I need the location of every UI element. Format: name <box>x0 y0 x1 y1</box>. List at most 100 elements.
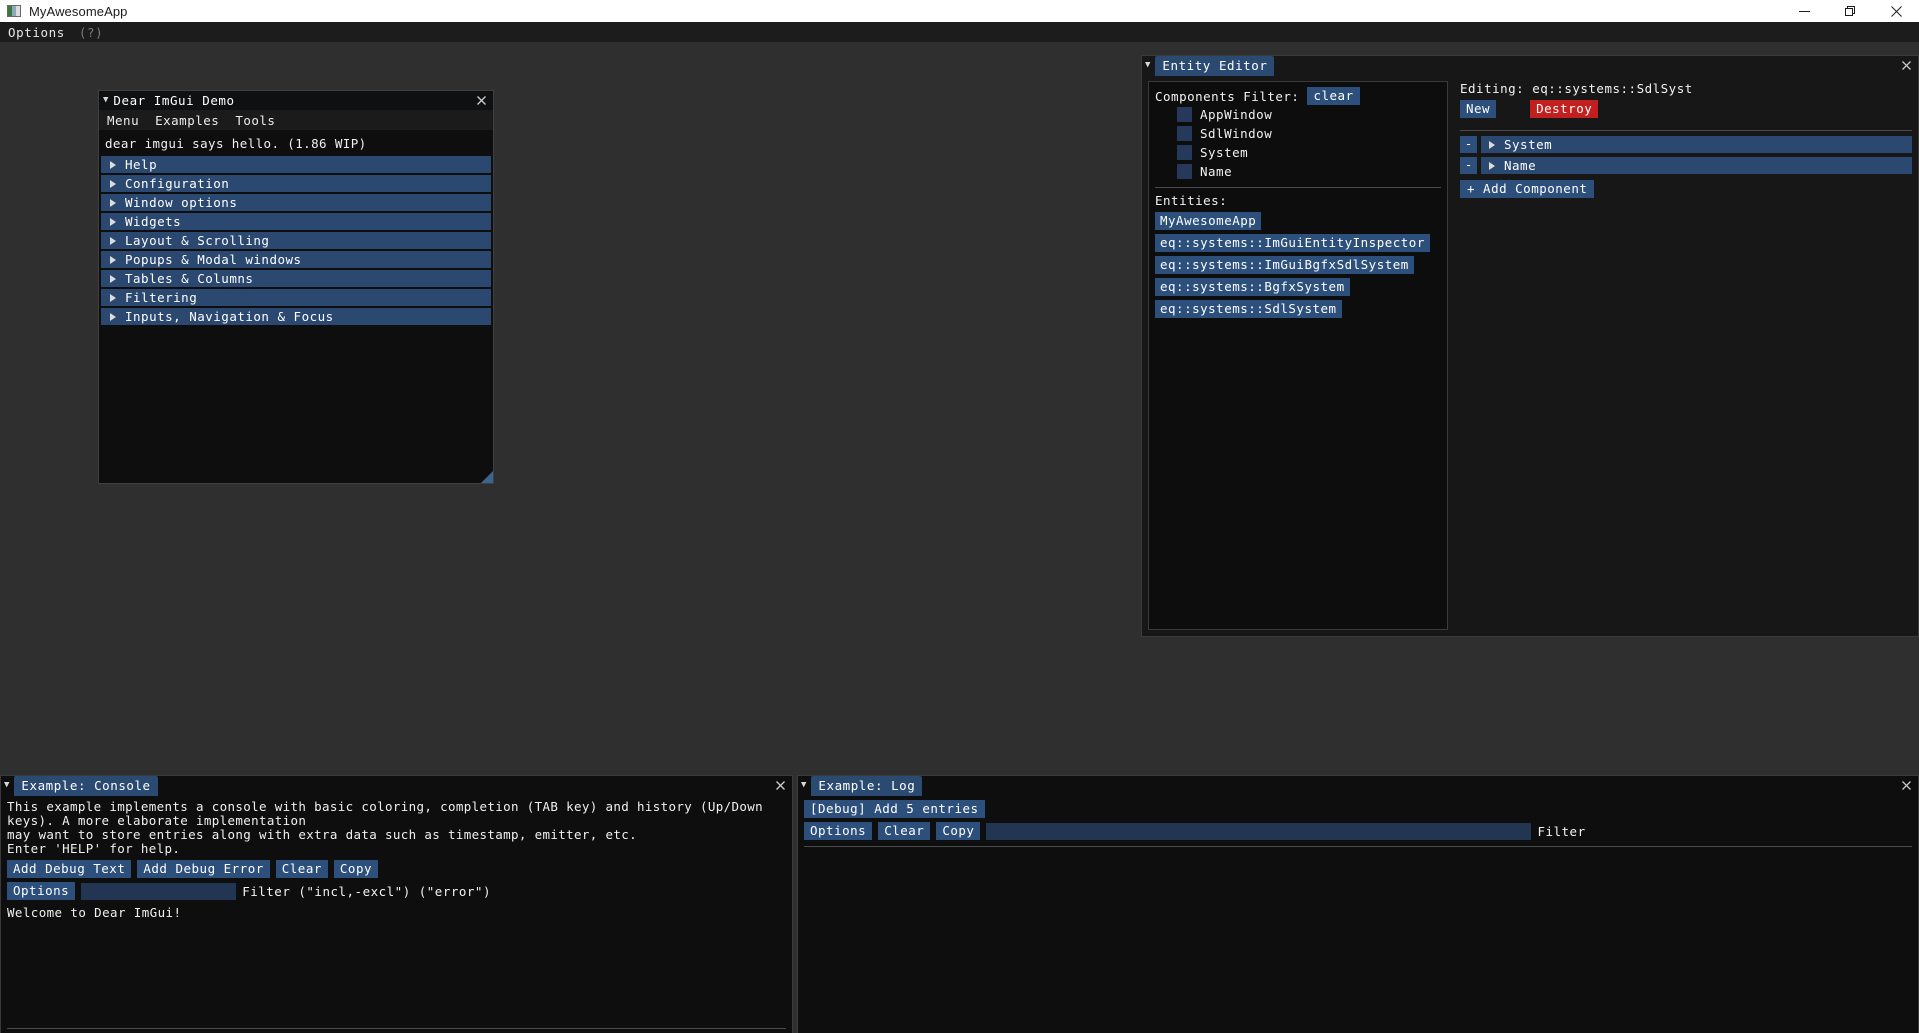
checkbox-icon[interactable] <box>1177 126 1192 141</box>
chevron-right-icon <box>110 179 116 188</box>
components-and-entities-panel: Components Filter: clear AppWindow SdlWi… <box>1148 81 1448 630</box>
tree-item-configuration[interactable]: Configuration <box>101 175 491 192</box>
add-entries-button[interactable]: [Debug] Add 5 entries <box>804 800 985 818</box>
tree-item-tables-columns[interactable]: Tables & Columns <box>101 270 491 287</box>
tree-item-label: Tables & Columns <box>125 271 254 286</box>
entity-editor-tab[interactable]: Entity Editor <box>1155 55 1275 76</box>
console-log-area[interactable]: Welcome to Dear ImGui! <box>7 900 786 1028</box>
console-titlebar[interactable]: ▼ Example: Console <box>1 775 792 796</box>
collapse-arrow-icon[interactable]: ▼ <box>4 781 9 790</box>
component-checkbox-appwindow[interactable]: AppWindow <box>1177 107 1441 122</box>
entity-item-bgfxsystem[interactable]: eq::systems::BgfxSystem <box>1155 278 1350 296</box>
tree-item-label: Window options <box>125 195 238 210</box>
tree-item-help[interactable]: Help <box>101 156 491 173</box>
log-clear-button[interactable]: Clear <box>878 822 931 840</box>
chevron-right-icon <box>110 236 116 245</box>
component-name: System <box>1504 137 1553 152</box>
tree-item-label: Inputs, Navigation & Focus <box>125 309 334 324</box>
demo-menu-examples[interactable]: Examples <box>155 113 219 128</box>
add-debug-text-button[interactable]: Add Debug Text <box>7 860 132 878</box>
entity-item-myawesomeapp[interactable]: MyAwesomeApp <box>1155 212 1262 230</box>
remove-component-button[interactable]: - <box>1460 136 1477 153</box>
close-button[interactable] <box>1873 0 1919 22</box>
entity-item-sdlsystem[interactable]: eq::systems::SdlSystem <box>1155 300 1342 318</box>
log-titlebar[interactable]: ▼ Example: Log <box>798 775 1918 796</box>
app-icon <box>7 5 21 17</box>
minimize-button[interactable] <box>1781 0 1827 22</box>
tree-item-inputs-navigation-focus[interactable]: Inputs, Navigation & Focus <box>101 308 491 325</box>
component-checkbox-sdlwindow[interactable]: SdlWindow <box>1177 126 1441 141</box>
entity-editor-close-icon[interactable] <box>1899 58 1913 72</box>
demo-menu-tools[interactable]: Tools <box>235 113 275 128</box>
os-window-title: MyAwesomeApp <box>29 3 128 19</box>
console-options-button[interactable]: Options <box>7 882 76 900</box>
chevron-right-icon <box>1489 140 1495 149</box>
demo-hello-text: dear imgui says hello. (1.86 WIP) <box>105 136 367 151</box>
console-description-line-3: Enter 'HELP' for help. <box>7 841 181 856</box>
new-entity-button[interactable]: New <box>1460 100 1497 118</box>
tree-item-popups-modal[interactable]: Popups & Modal windows <box>101 251 491 268</box>
entity-item-imguibgfxsdlsystem[interactable]: eq::systems::ImGuiBgfxSdlSystem <box>1155 256 1414 274</box>
entity-editor-titlebar[interactable]: ▼ Entity Editor <box>1142 55 1918 76</box>
maximize-button[interactable] <box>1827 0 1873 22</box>
remove-component-button[interactable]: - <box>1460 157 1477 174</box>
collapse-arrow-icon[interactable]: ▼ <box>1145 61 1150 70</box>
tree-item-label: Help <box>125 157 158 172</box>
component-header-system[interactable]: System <box>1481 136 1912 153</box>
entity-editor-left-pane: Components Filter: clear AppWindow SdlWi… <box>1148 81 1448 630</box>
log-options-button[interactable]: Options <box>804 822 873 840</box>
tree-item-widgets[interactable]: Widgets <box>101 213 491 230</box>
console-window: ▼ Example: Console This example implemen… <box>0 775 793 1033</box>
os-window-controls <box>1781 0 1919 22</box>
component-row-name: - Name <box>1460 157 1912 174</box>
log-filter-input[interactable] <box>986 822 1532 840</box>
component-header-name[interactable]: Name <box>1481 157 1912 174</box>
collapse-arrow-icon[interactable]: ▼ <box>103 96 108 105</box>
clear-filter-button[interactable]: clear <box>1307 87 1360 105</box>
log-content-area[interactable] <box>804 847 1912 1033</box>
tree-item-layout-scrolling[interactable]: Layout & Scrolling <box>101 232 491 249</box>
demo-menu-menu[interactable]: Menu <box>107 113 139 128</box>
console-filter-input[interactable] <box>81 882 237 900</box>
entities-label: Entities: <box>1155 193 1228 208</box>
entity-item-imguientityinspector[interactable]: eq::systems::ImGuiEntityInspector <box>1155 234 1430 252</box>
log-copy-button[interactable]: Copy <box>936 822 981 840</box>
components-filter-label: Components Filter: <box>1155 88 1300 104</box>
component-label: AppWindow <box>1200 107 1273 122</box>
entity-editor-body: Components Filter: clear AppWindow SdlWi… <box>1142 75 1918 636</box>
demo-menubar: Menu Examples Tools <box>99 110 493 130</box>
log-close-icon[interactable] <box>1899 778 1913 792</box>
console-input-row: Input <box>7 1028 786 1033</box>
checkbox-icon[interactable] <box>1177 107 1192 122</box>
console-tab[interactable]: Example: Console <box>14 775 158 796</box>
add-component-button[interactable]: + Add Component <box>1460 180 1595 198</box>
component-checkbox-system[interactable]: System <box>1177 145 1441 160</box>
demo-close-icon[interactable] <box>474 93 488 107</box>
checkbox-icon[interactable] <box>1177 164 1192 179</box>
console-body: This example implements a console with b… <box>1 795 792 1033</box>
log-filter-label: Filter <box>1537 823 1586 839</box>
destroy-entity-button[interactable]: Destroy <box>1530 100 1599 118</box>
chevron-right-icon <box>110 198 116 207</box>
menu-item-options[interactable]: Options <box>8 25 65 40</box>
collapse-arrow-icon[interactable]: ▼ <box>801 781 806 790</box>
tree-item-filtering[interactable]: Filtering <box>101 289 491 306</box>
log-toolbar: Options Clear Copy Filter <box>804 822 1912 840</box>
log-tab[interactable]: Example: Log <box>811 775 923 796</box>
add-debug-error-button[interactable]: Add Debug Error <box>137 860 270 878</box>
imgui-root: Options (?) ▼ Dear ImGui Demo Menu Examp… <box>0 22 1919 1033</box>
tree-item-label: Layout & Scrolling <box>125 233 270 248</box>
tree-item-window-options[interactable]: Window options <box>101 194 491 211</box>
entity-editor-right-pane: Editing: eq::systems::SdlSyst New Destro… <box>1456 81 1912 630</box>
component-checkbox-name[interactable]: Name <box>1177 164 1441 179</box>
resize-grip[interactable] <box>481 471 493 483</box>
copy-button[interactable]: Copy <box>333 860 378 878</box>
component-label: System <box>1200 145 1249 160</box>
demo-window-titlebar[interactable]: ▼ Dear ImGui Demo <box>99 91 493 110</box>
clear-button[interactable]: Clear <box>275 860 328 878</box>
menu-item-help[interactable]: (?) <box>79 25 103 40</box>
checkbox-icon[interactable] <box>1177 145 1192 160</box>
chevron-right-icon <box>110 160 116 169</box>
editing-label: Editing: eq::systems::SdlSyst <box>1460 81 1693 96</box>
console-close-icon[interactable] <box>773 778 787 792</box>
